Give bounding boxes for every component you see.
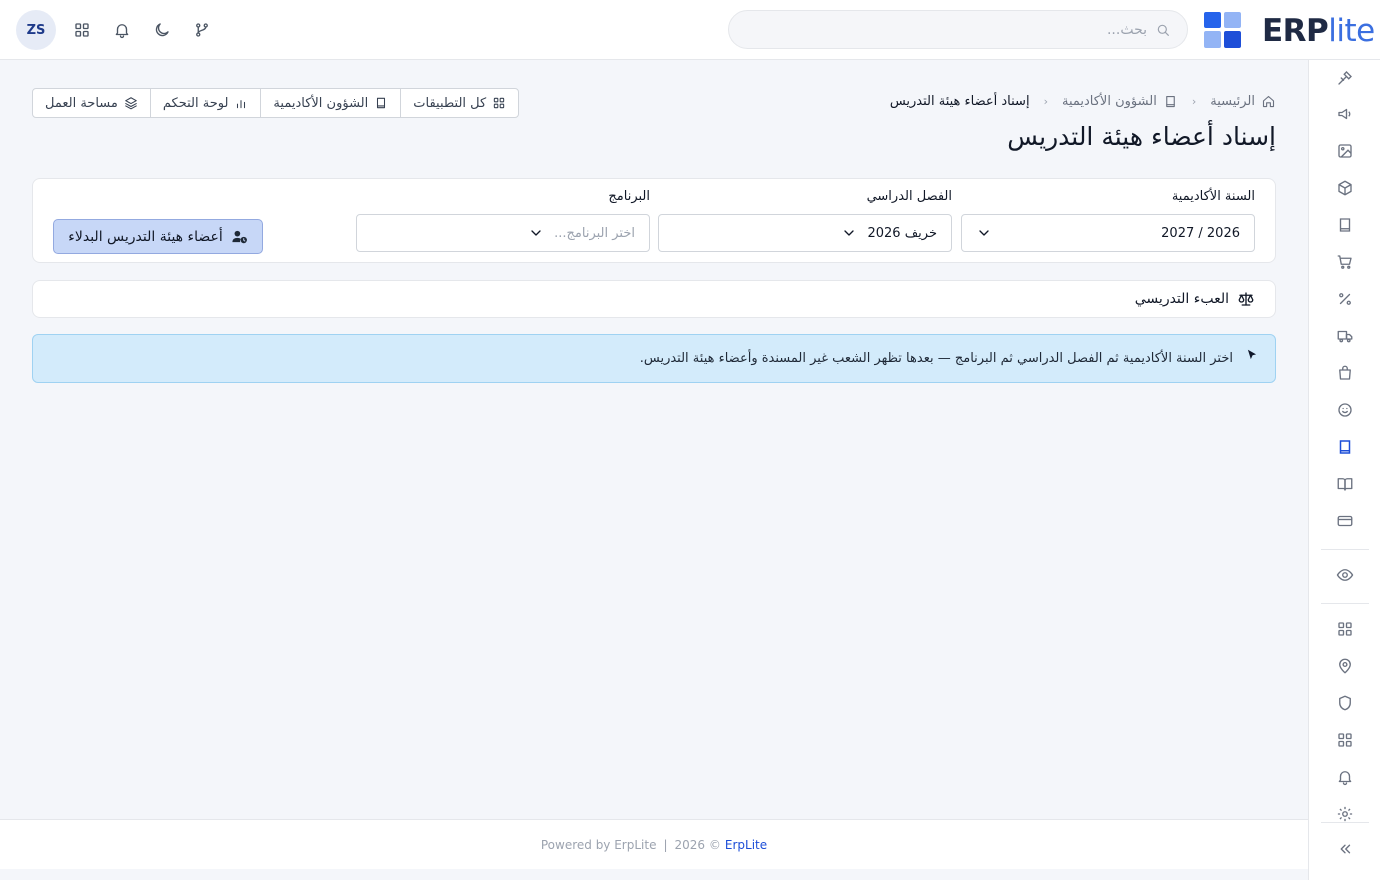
academic-year-value: 2026 / 2027 xyxy=(1161,225,1240,241)
footer-brand-link[interactable]: ErpLite xyxy=(725,838,767,852)
top-bar: ZS ERPlite xyxy=(0,0,1380,60)
bell-icon[interactable] xyxy=(110,18,134,42)
quick-link-all-apps[interactable]: كل التطبيقات xyxy=(400,89,518,117)
semester-label: الفصل الدراسي xyxy=(866,189,952,204)
credit-card-icon[interactable] xyxy=(1335,511,1355,531)
breadcrumb-section-label: الشؤون الأكاديمية xyxy=(1061,94,1157,109)
teaching-load-label: العبء التدريسي xyxy=(1134,291,1229,307)
quick-link-academic-affairs[interactable]: الشؤون الأكاديمية xyxy=(260,89,400,117)
page-title: إسناد أعضاء هيئة التدريس xyxy=(1007,122,1276,151)
percent-icon[interactable] xyxy=(1335,289,1355,309)
alert-text: اختر السنة الأكاديمية ثم الفصل الدراسي ث… xyxy=(639,351,1233,366)
sidebar-divider xyxy=(1321,603,1369,604)
chevron-down-icon xyxy=(841,225,857,241)
git-branch-icon[interactable] xyxy=(190,18,214,42)
shield-icon[interactable] xyxy=(1335,693,1355,713)
search-icon xyxy=(1155,22,1171,38)
truck-icon[interactable] xyxy=(1335,326,1355,346)
semester-field: الفصل الدراسي خريف 2026 xyxy=(658,189,952,252)
academic-year-field: السنة الأكاديمية 2026 / 2027 xyxy=(961,189,1255,252)
chart-bars-icon xyxy=(234,96,248,110)
footer-separator: | xyxy=(663,837,668,852)
quick-link-workspace[interactable]: مساحة العمل xyxy=(33,89,150,117)
info-alert: اختر السنة الأكاديمية ثم الفصل الدراسي ث… xyxy=(32,334,1276,383)
academic-year-label: السنة الأكاديمية xyxy=(1171,189,1255,204)
tools-icon[interactable] xyxy=(1335,68,1355,88)
grid-icon[interactable] xyxy=(1335,730,1355,750)
footer-copyright: 2026 © xyxy=(674,837,721,852)
footer-powered: Powered by ErpLite xyxy=(540,837,657,852)
logo-mark xyxy=(1204,12,1242,48)
chevron-down-icon xyxy=(528,225,544,241)
program-placeholder: اختر البرنامج... xyxy=(554,225,635,241)
box-icon[interactable] xyxy=(1335,178,1355,198)
substitute-faculty-label: أعضاء هيئة التدريس البدلاء xyxy=(68,228,223,245)
home-icon xyxy=(1261,94,1276,109)
gear-icon[interactable] xyxy=(1335,804,1355,824)
megaphone-icon[interactable] xyxy=(1335,104,1355,124)
filter-card: السنة الأكاديمية 2026 / 2027 الفصل الدرا… xyxy=(32,178,1276,263)
open-book-icon[interactable] xyxy=(1335,474,1355,494)
quick-links: كل التطبيقات الشؤون الأكاديمية لوحة التح… xyxy=(32,88,520,118)
map-pin-icon[interactable] xyxy=(1335,656,1355,676)
logo-erp: ERP xyxy=(1262,13,1329,49)
user-clock-icon xyxy=(231,228,248,245)
bell-icon[interactable] xyxy=(1335,767,1355,787)
chevron-left-icon: ‹ xyxy=(1043,95,1048,108)
apps-grid-icon[interactable] xyxy=(70,18,94,42)
semester-value: خريف 2026 xyxy=(867,225,937,241)
breadcrumb-home[interactable]: الرئيسية xyxy=(1210,94,1276,109)
user-avatar[interactable]: ZS xyxy=(16,10,56,50)
breadcrumb-home-label: الرئيسية xyxy=(1210,94,1255,109)
breadcrumb: الرئيسية ‹ الشؤون الأكاديمية ‹ إسناد أعض… xyxy=(890,94,1276,109)
breadcrumb-current: إسناد أعضاء هيئة التدريس xyxy=(889,94,1030,109)
cart-icon[interactable] xyxy=(1335,252,1355,272)
breadcrumb-section[interactable]: الشؤون الأكاديمية xyxy=(1062,94,1178,109)
moon-icon[interactable] xyxy=(150,18,174,42)
grid-icon xyxy=(492,96,506,110)
pointer-icon xyxy=(1245,349,1259,362)
quick-link-label: الشؤون الأكاديمية xyxy=(273,95,369,111)
book-icon[interactable] xyxy=(1335,215,1355,235)
grid-icon[interactable] xyxy=(1335,619,1355,639)
quick-link-label: كل التطبيقات xyxy=(413,95,487,111)
layers-icon xyxy=(124,96,138,110)
book-icon xyxy=(1163,94,1178,109)
smile-icon[interactable] xyxy=(1335,400,1355,420)
global-search[interactable] xyxy=(728,10,1188,49)
footer: Powered by ErpLite | 2026 © ErpLite xyxy=(0,819,1308,869)
logo-text[interactable]: ERPlite xyxy=(1262,13,1375,49)
search-input[interactable] xyxy=(747,21,1147,38)
sidebar-divider xyxy=(1321,549,1369,550)
substitute-faculty-button[interactable]: أعضاء هيئة التدريس البدلاء xyxy=(53,219,263,254)
shopping-bag-icon[interactable] xyxy=(1335,363,1355,383)
teaching-load-panel[interactable]: العبء التدريسي xyxy=(32,280,1276,318)
program-label: البرنامج xyxy=(608,189,650,204)
quick-link-label: لوحة التحكم xyxy=(162,95,229,111)
book-icon xyxy=(374,96,388,110)
chevrons-collapse-icon[interactable] xyxy=(1335,839,1355,859)
academic-year-select[interactable]: 2026 / 2027 xyxy=(961,214,1255,252)
main-content: الرئيسية ‹ الشؤون الأكاديمية ‹ إسناد أعض… xyxy=(0,60,1308,820)
program-select[interactable]: اختر البرنامج... xyxy=(356,214,650,252)
chevron-left-icon: ‹ xyxy=(1191,95,1197,108)
sidebar-divider xyxy=(1321,822,1369,823)
scale-icon xyxy=(1237,290,1255,308)
quick-link-dashboard[interactable]: لوحة التحكم xyxy=(149,89,261,117)
semester-select[interactable]: خريف 2026 xyxy=(658,214,952,252)
academic-book-icon[interactable] xyxy=(1335,437,1355,457)
quick-link-label: مساحة العمل xyxy=(45,95,118,111)
logo-lite: lite xyxy=(1328,13,1375,49)
eye-icon[interactable] xyxy=(1335,565,1355,585)
program-field: البرنامج اختر البرنامج... xyxy=(356,189,650,252)
image-icon[interactable] xyxy=(1335,141,1355,161)
chevron-down-icon xyxy=(976,225,992,241)
sidebar xyxy=(1308,60,1380,880)
